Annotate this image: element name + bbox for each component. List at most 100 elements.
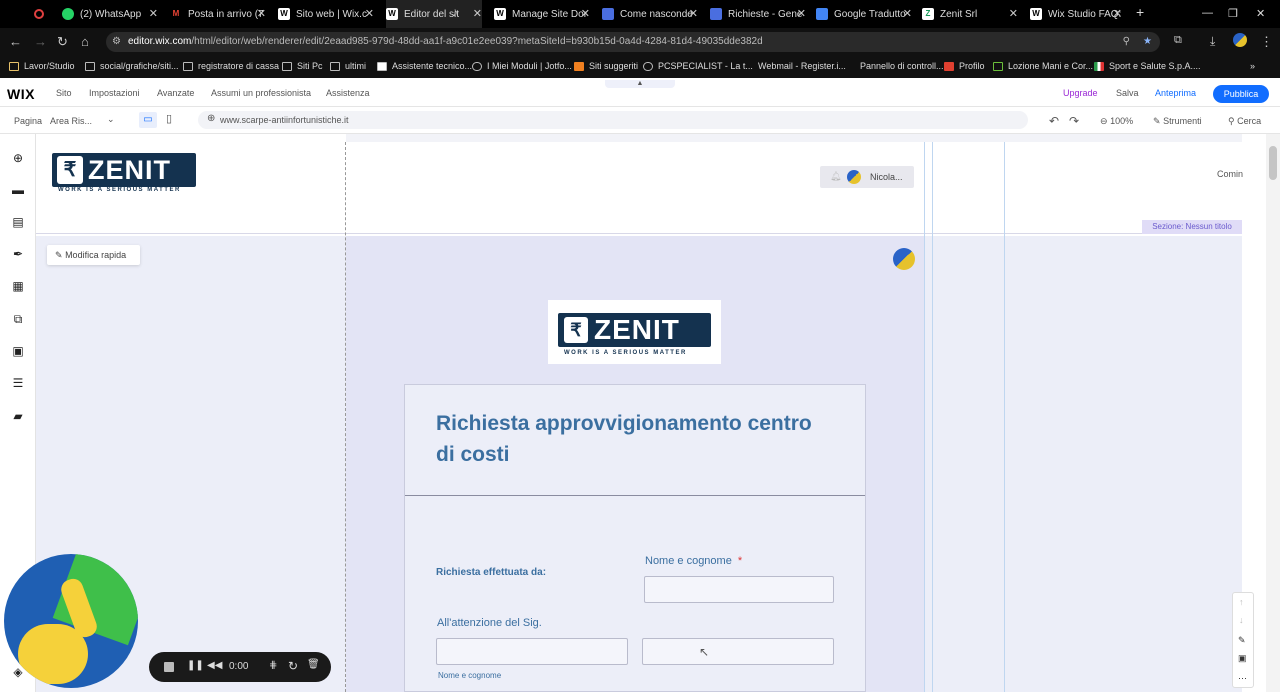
canvas-scrollbar[interactable] xyxy=(1266,134,1280,692)
url-field[interactable]: ⚙ editor.wix.com/html/editor/web/rendere… xyxy=(106,32,1160,52)
move-down-icon[interactable]: ↓ xyxy=(1239,615,1244,625)
minimize-button[interactable]: — xyxy=(1202,7,1213,19)
add-element-icon[interactable]: ⊕ xyxy=(11,151,25,165)
site-url-bar[interactable]: ⊕ www.scarpe-antiinfortunistiche.it xyxy=(198,111,1028,129)
new-tab-button[interactable]: + xyxy=(1136,4,1144,20)
rewind-icon[interactable]: ◀◀ xyxy=(207,660,222,671)
desktop-view-icon[interactable]: ▭ xyxy=(139,112,157,128)
restore-button[interactable]: ❐ xyxy=(1228,7,1238,20)
bookmark-item[interactable]: registratore di cassa xyxy=(183,61,279,71)
more-bookmarks-icon[interactable]: » xyxy=(1250,61,1255,71)
tab-come-nascondere[interactable]: Come nasconde ✕ xyxy=(602,0,698,28)
wix-logo[interactable]: WIX xyxy=(7,86,35,102)
menu-impostazioni[interactable]: Impostazioni xyxy=(89,88,140,98)
upgrade-button[interactable]: Upgrade xyxy=(1063,88,1098,98)
attention-last-name-input[interactable] xyxy=(642,638,834,665)
record-icon[interactable] xyxy=(34,0,46,28)
close-window-button[interactable]: ✕ xyxy=(1256,7,1265,20)
bookmark-item[interactable]: Lavor/Studio xyxy=(9,61,75,71)
sections-icon[interactable]: ▬ xyxy=(11,183,25,197)
reload-icon[interactable]: ↻ xyxy=(57,34,68,50)
header-logo[interactable]: ₹ ZENIT WORK IS A SERIOUS MATTER xyxy=(52,153,196,197)
search-button[interactable]: ⚲ Cerca xyxy=(1228,116,1261,127)
tab-wix-editor[interactable]: W Editor del sit ♪ ✕ xyxy=(386,0,482,28)
close-icon[interactable]: ✕ xyxy=(797,7,806,20)
menu-sito[interactable]: Sito xyxy=(56,88,72,98)
form-logo[interactable]: ₹ ZENIT WORK IS A SERIOUS MATTER xyxy=(548,300,721,364)
collaborator-avatar[interactable] xyxy=(893,248,915,270)
menu-assumi-professionista[interactable]: Assumi un professionista xyxy=(211,88,311,98)
save-button[interactable]: Salva xyxy=(1116,88,1139,98)
mobile-view-icon[interactable]: ▯ xyxy=(166,112,172,125)
redo-icon[interactable]: ↷ xyxy=(1069,114,1079,128)
menu-assistenza[interactable]: Assistenza xyxy=(326,88,370,98)
undo-icon[interactable]: ↶ xyxy=(1049,114,1059,128)
zoom-icon[interactable]: ⚲ xyxy=(1123,32,1130,52)
tab-zenit[interactable]: Z Zenit Srl ✕ xyxy=(922,0,1018,28)
speaker-icon[interactable]: ♪ xyxy=(453,7,459,19)
close-icon[interactable]: ✕ xyxy=(689,7,698,20)
apps-icon[interactable]: ▦ xyxy=(11,279,25,293)
stop-icon[interactable] xyxy=(164,662,174,672)
browser-menu-icon[interactable]: ⋮ xyxy=(1260,34,1273,50)
collapse-up-icon[interactable]: ▲ xyxy=(605,80,675,88)
header-menu-text[interactable]: Comin xyxy=(1217,169,1243,179)
page-selector[interactable]: Area Ris... xyxy=(50,116,92,126)
preview-button[interactable]: Anteprima xyxy=(1155,88,1196,98)
cms-icon[interactable]: ☰ xyxy=(11,376,25,390)
extensions-icon[interactable]: ⧉ xyxy=(1174,34,1182,47)
menu-avanzate[interactable]: Avanzate xyxy=(157,88,194,98)
pages-icon[interactable]: ▤ xyxy=(11,215,25,229)
quick-edit-button[interactable]: ✎ Modifica rapida xyxy=(47,245,140,265)
chevron-down-icon[interactable]: ⌄ xyxy=(107,114,115,125)
edit-icon[interactable]: ✎ xyxy=(1238,635,1246,646)
profile-avatar[interactable] xyxy=(1233,33,1247,47)
bookmark-star-icon[interactable]: ★ xyxy=(1143,32,1152,52)
bookmark-item[interactable]: Lozione Mani e Cor... xyxy=(993,61,1093,71)
publish-button[interactable]: Pubblica xyxy=(1213,85,1269,103)
layout-icon[interactable]: ▣ xyxy=(1238,653,1247,664)
grid-icon[interactable]: ⋕ xyxy=(269,660,277,671)
back-icon[interactable]: ← xyxy=(9,34,22,49)
member-login-widget[interactable]: 🔔︎ Nicola... xyxy=(820,166,914,188)
tab-google-translate[interactable]: Google Tradutto ✕ xyxy=(816,0,912,28)
tab-manage-site[interactable]: W Manage Site Dor ✕ xyxy=(494,0,590,28)
download-icon[interactable]: ⤓ xyxy=(1210,34,1215,49)
design-icon[interactable]: ✒ xyxy=(11,247,25,261)
close-icon[interactable]: ✕ xyxy=(1113,7,1122,20)
restart-icon[interactable]: ↻ xyxy=(288,659,298,673)
media-icon[interactable]: ▣ xyxy=(11,344,25,358)
site-info-icon[interactable]: ⚙ xyxy=(112,32,121,52)
close-icon[interactable]: ✕ xyxy=(257,7,266,20)
bookmark-item[interactable]: I Miei Moduli | Jotfo... xyxy=(472,61,572,71)
close-icon[interactable]: ✕ xyxy=(581,7,590,20)
bookmark-item[interactable]: Sport e Salute S.p.A.... xyxy=(1094,61,1201,71)
bookmark-item[interactable]: Siti suggeriti xyxy=(574,61,638,71)
close-icon[interactable]: ✕ xyxy=(1009,7,1018,20)
zoom-control[interactable]: ⊖ 100% xyxy=(1100,116,1133,127)
bookmark-item[interactable]: social/grafiche/siti... xyxy=(85,61,179,71)
forward-icon[interactable]: → xyxy=(34,34,47,49)
bookmark-item[interactable]: PCSPECIALIST - La t... xyxy=(643,61,753,71)
move-up-icon[interactable]: ↑ xyxy=(1239,597,1244,607)
tab-wix-studio-faq[interactable]: W Wix Studio FAQ: ✕ xyxy=(1030,0,1122,28)
bookmark-item[interactable]: Siti Pc xyxy=(282,61,323,71)
close-icon[interactable]: ✕ xyxy=(365,7,374,20)
delete-icon[interactable]: 🗑︎ xyxy=(307,659,320,670)
bookmark-item[interactable]: Assistente tecnico... xyxy=(377,61,472,71)
name-input[interactable] xyxy=(644,576,834,603)
tools-button[interactable]: ✎ Strumenti xyxy=(1153,116,1202,127)
tab-whatsapp[interactable]: (2) WhatsApp ✕ xyxy=(62,0,158,28)
tab-richieste[interactable]: Richieste - Gene ✕ xyxy=(710,0,806,28)
scrollbar-thumb[interactable] xyxy=(1269,146,1277,180)
bookmark-item[interactable]: ultimi xyxy=(330,61,366,71)
close-icon[interactable]: ✕ xyxy=(903,7,912,20)
tab-gmail[interactable]: M Posta in arrivo (7 ✕ xyxy=(170,0,266,28)
bookmark-item[interactable]: Webmail - Register.i... xyxy=(758,61,846,71)
close-icon[interactable]: ✕ xyxy=(473,7,482,20)
tab-wix-site[interactable]: W Sito web | Wix.c ✕ xyxy=(278,0,374,28)
bookmark-item[interactable]: Profilo xyxy=(944,61,985,71)
portfolio-icon[interactable]: ▰ xyxy=(11,409,25,423)
section-label[interactable]: Sezione: Nessun titolo xyxy=(1142,220,1242,234)
home-icon[interactable]: ⌂ xyxy=(81,34,89,49)
